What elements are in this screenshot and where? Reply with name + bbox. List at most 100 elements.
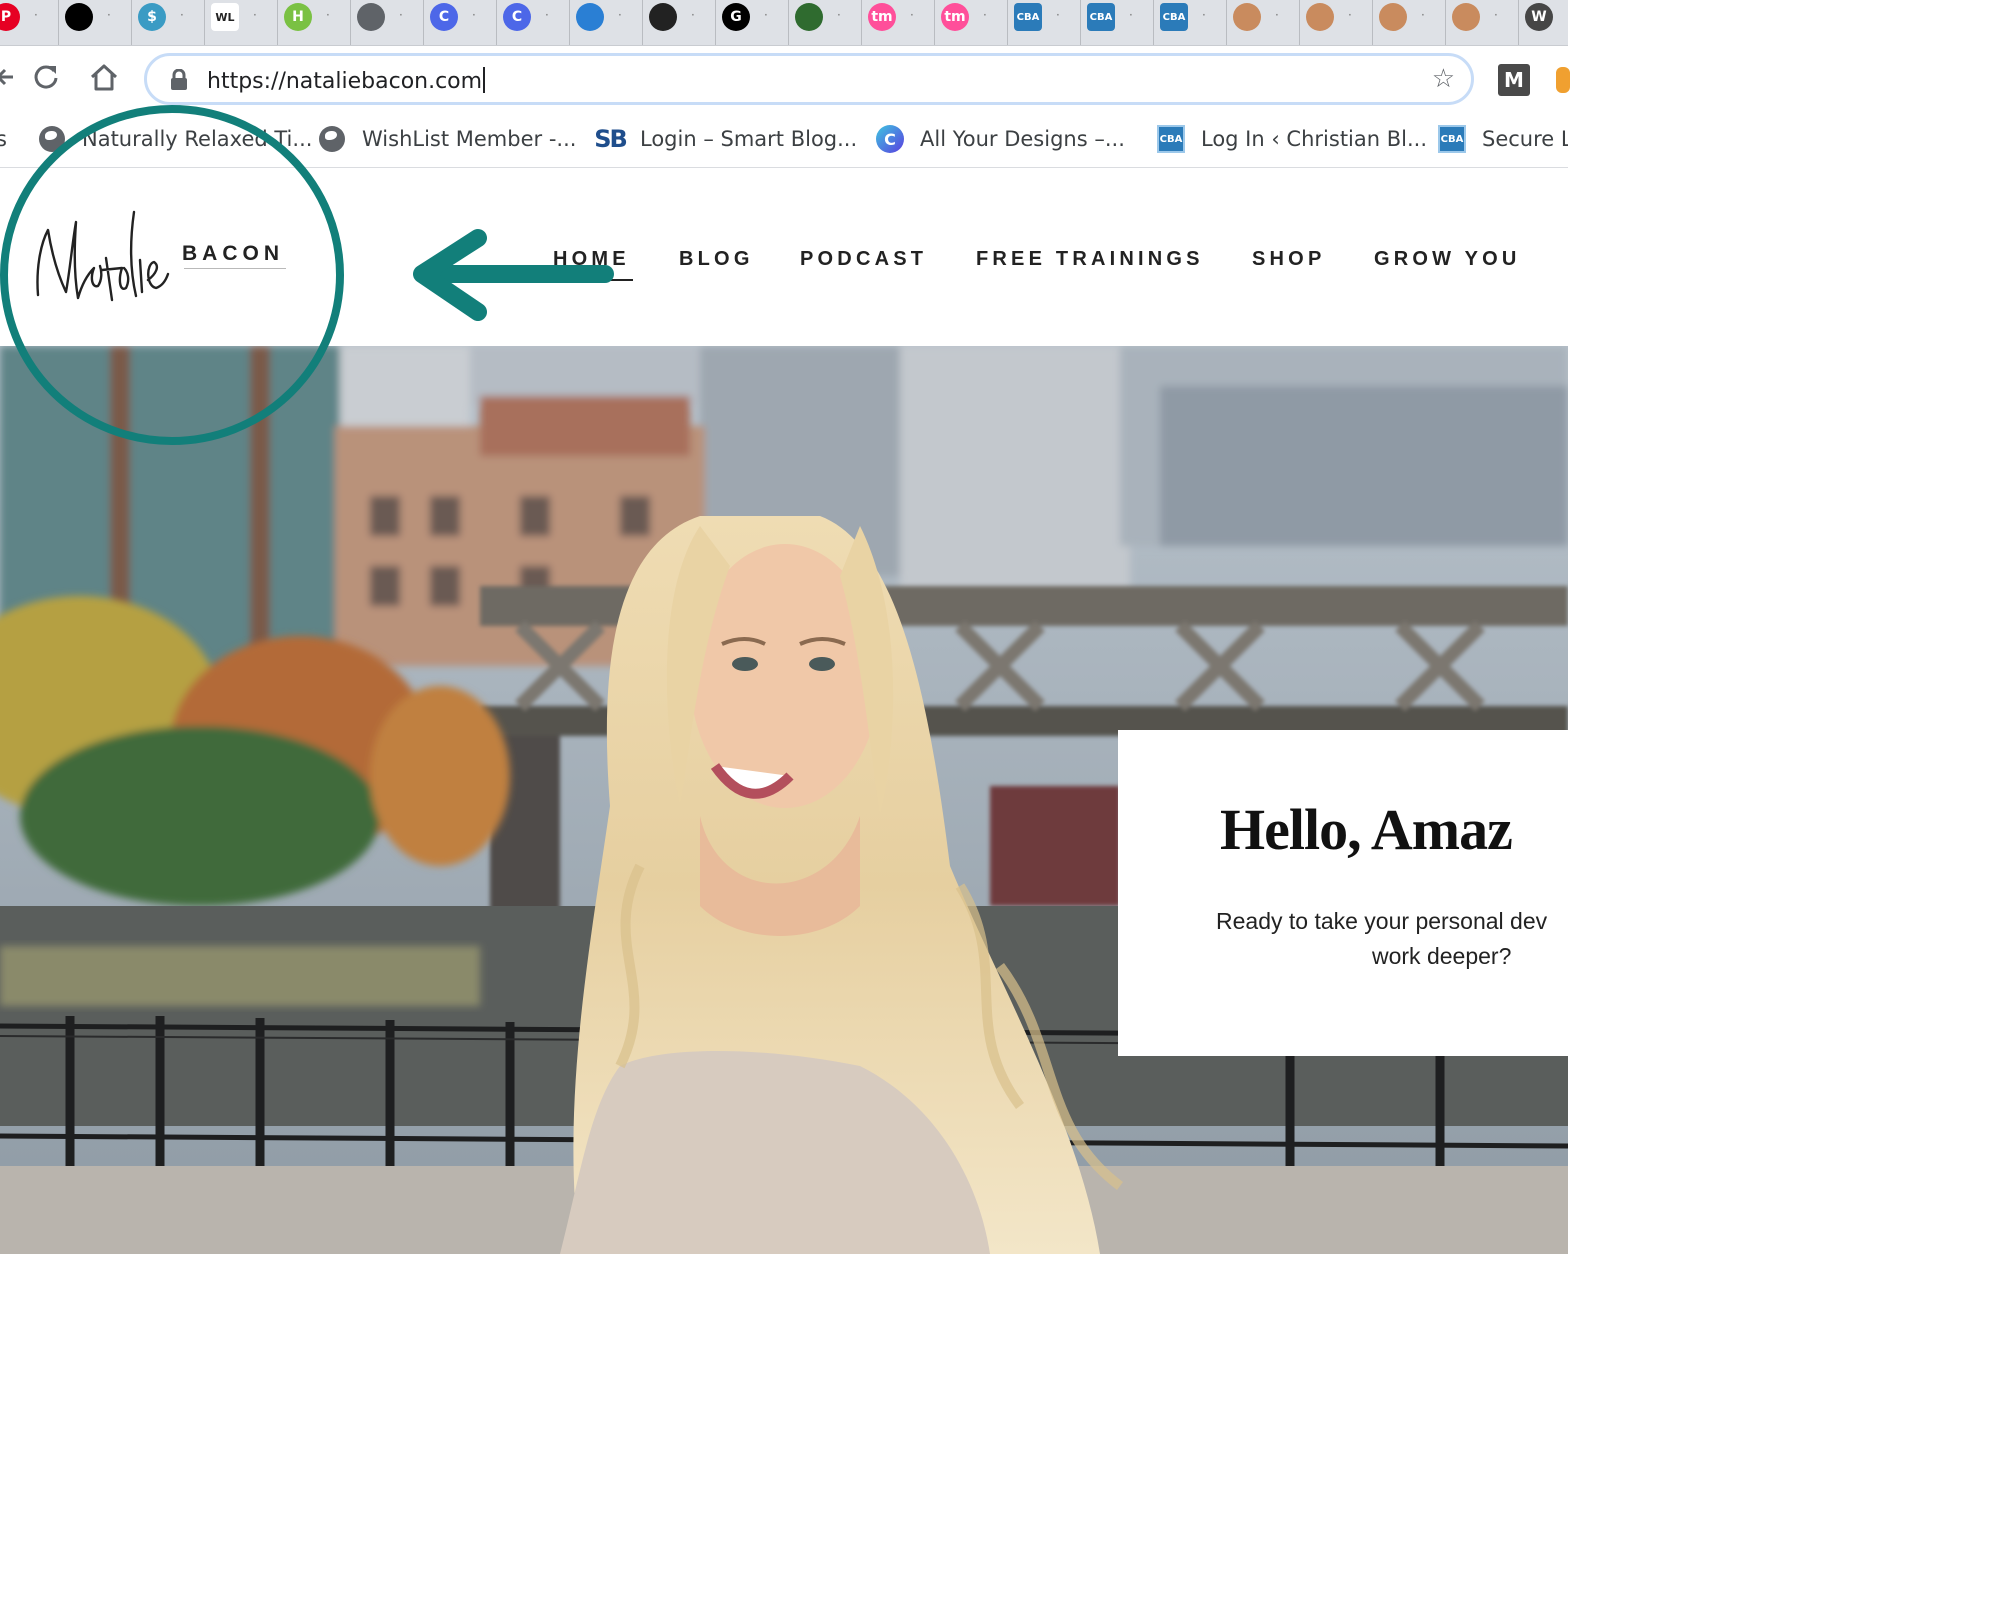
bookmark-label: Secure Lo (1482, 127, 1568, 151)
reload-icon[interactable] (26, 57, 66, 97)
hero-subtitle-line2: work deeper? (1372, 943, 1512, 969)
bookmark-label: Naturally Relaxed Ti... (82, 127, 313, 151)
bookmark-label: All Your Designs –... (920, 127, 1125, 151)
nav-home[interactable]: HOME (553, 248, 630, 271)
canva-icon: C (876, 125, 904, 153)
tab-close-icon[interactable]: · (1202, 8, 1206, 22)
tab-close-icon[interactable]: · (180, 8, 184, 22)
tab-close-icon[interactable]: · (1567, 8, 1568, 22)
tab-close-icon[interactable]: · (34, 8, 38, 22)
globe-icon (38, 125, 66, 153)
tab-close-icon[interactable]: · (1494, 8, 1498, 22)
browser-tab[interactable]: · (570, 0, 643, 45)
cba-icon: CBA (1014, 3, 1042, 31)
tab-close-icon[interactable]: · (837, 8, 841, 22)
tab-close-icon[interactable]: · (253, 8, 257, 22)
browser-tab[interactable]: · (643, 0, 716, 45)
nav-free-trainings[interactable]: FREE TRAININGS (976, 248, 1204, 271)
cba-icon: CBA (1160, 3, 1188, 31)
browser-tab[interactable]: CBA · (1008, 0, 1081, 45)
back-icon[interactable] (0, 57, 26, 97)
avatar-icon (1379, 3, 1407, 31)
tab-close-icon[interactable]: · (764, 8, 768, 22)
nav-blog[interactable]: BLOG (679, 248, 754, 271)
bookmark-item[interactable]: s (0, 122, 7, 156)
browser-tab[interactable]: · (59, 0, 132, 45)
tab-close-icon[interactable]: · (107, 8, 111, 22)
tab-close-icon[interactable]: · (1056, 8, 1060, 22)
tab-close-icon[interactable]: · (983, 8, 987, 22)
browser-tab[interactable]: W· (1519, 0, 1568, 45)
logo-signature[interactable] (30, 200, 170, 320)
tab-close-icon[interactable]: · (618, 8, 622, 22)
bookmark-item[interactable]: C All Your Designs –... (876, 122, 1125, 156)
browser-tab[interactable]: G · (716, 0, 789, 45)
canva-icon: C (430, 3, 458, 31)
g-icon: G (722, 3, 750, 31)
cba-icon: CBA (1087, 3, 1115, 31)
cba-icon: CBA (1157, 125, 1185, 153)
dollar-icon: $ (138, 3, 166, 31)
globe-icon (318, 125, 346, 153)
bookmark-label: WishList Member -... (362, 127, 577, 151)
gmail-extension-icon[interactable]: M (1498, 64, 1530, 96)
browser-tab[interactable]: CBA · (1154, 0, 1227, 45)
sail-icon (576, 3, 604, 31)
address-bar[interactable]: https://nataliebacon.com ☆ (144, 53, 1474, 105)
tm-icon: tm (941, 3, 969, 31)
browser-tab[interactable]: · (1227, 0, 1300, 45)
globe-icon (357, 3, 385, 31)
extension-icon[interactable] (1556, 67, 1570, 93)
bookmark-item[interactable]: SB Login – Smart Blog... (594, 122, 857, 156)
wordpress-icon: W (1525, 3, 1553, 31)
tab-close-icon[interactable]: · (1129, 8, 1133, 22)
bookmarks-bar: s Naturally Relaxed Ti... WishList Membe… (0, 112, 1568, 168)
tm-icon: tm (868, 3, 896, 31)
nav-podcast[interactable]: PODCAST (800, 248, 927, 271)
bookmark-star-icon[interactable]: ☆ (1432, 64, 1455, 94)
browser-tab[interactable]: · (1373, 0, 1446, 45)
tab-close-icon[interactable]: · (545, 8, 549, 22)
tab-close-icon[interactable]: · (1348, 8, 1352, 22)
bookmark-item[interactable]: CBA Secure Lo (1438, 122, 1568, 156)
browser-tab[interactable]: tm · (862, 0, 935, 45)
tab-close-icon[interactable]: · (1421, 8, 1425, 22)
tab-close-icon[interactable]: · (691, 8, 695, 22)
browser-tab[interactable]: · (351, 0, 424, 45)
bookmark-label: Log In ‹ Christian Bl... (1201, 127, 1428, 151)
browser-tab[interactable]: · (789, 0, 862, 45)
home-icon[interactable] (84, 57, 124, 97)
tab-close-icon[interactable]: · (910, 8, 914, 22)
browser-tab[interactable]: · (1446, 0, 1519, 45)
bookmark-item[interactable]: WishList Member -... (318, 122, 576, 156)
browser-tab[interactable]: $ · (132, 0, 205, 45)
nav-shop[interactable]: SHOP (1252, 248, 1325, 271)
browser-tab[interactable]: H · (278, 0, 351, 45)
browser-tab[interactable]: C · (424, 0, 497, 45)
black-circle-icon (65, 3, 93, 31)
tab-close-icon[interactable]: · (1275, 8, 1279, 22)
browser-tab[interactable]: C · (497, 0, 570, 45)
active-nav-indicator (553, 279, 633, 281)
url-text: https://nataliebacon.com (207, 67, 486, 94)
hero-card (1118, 730, 1578, 1056)
green-h-icon: H (284, 3, 312, 31)
logo-wordmark[interactable]: BACON (182, 242, 284, 266)
avatar-icon (1452, 3, 1480, 31)
browser-tab[interactable]: P · (0, 0, 59, 45)
browser-tab[interactable]: · (1300, 0, 1373, 45)
tab-close-icon[interactable]: · (472, 8, 476, 22)
browser-tab[interactable]: WL · (205, 0, 278, 45)
bookmark-item[interactable]: Naturally Relaxed Ti... (38, 122, 312, 156)
bookmark-item[interactable]: CBA Log In ‹ Christian Bl... (1157, 122, 1427, 156)
canva-icon: C (503, 3, 531, 31)
tab-close-icon[interactable]: · (399, 8, 403, 22)
browser-tab[interactable]: CBA · (1081, 0, 1154, 45)
browser-tab[interactable]: tm · (935, 0, 1008, 45)
hero-title: Hello, Amaz (1220, 797, 1513, 862)
tab-close-icon[interactable]: · (326, 8, 330, 22)
nav-grow-you[interactable]: GROW YOU (1374, 248, 1521, 271)
trello-icon (649, 3, 677, 31)
avatar-icon (1306, 3, 1334, 31)
avatar-icon (1233, 3, 1261, 31)
